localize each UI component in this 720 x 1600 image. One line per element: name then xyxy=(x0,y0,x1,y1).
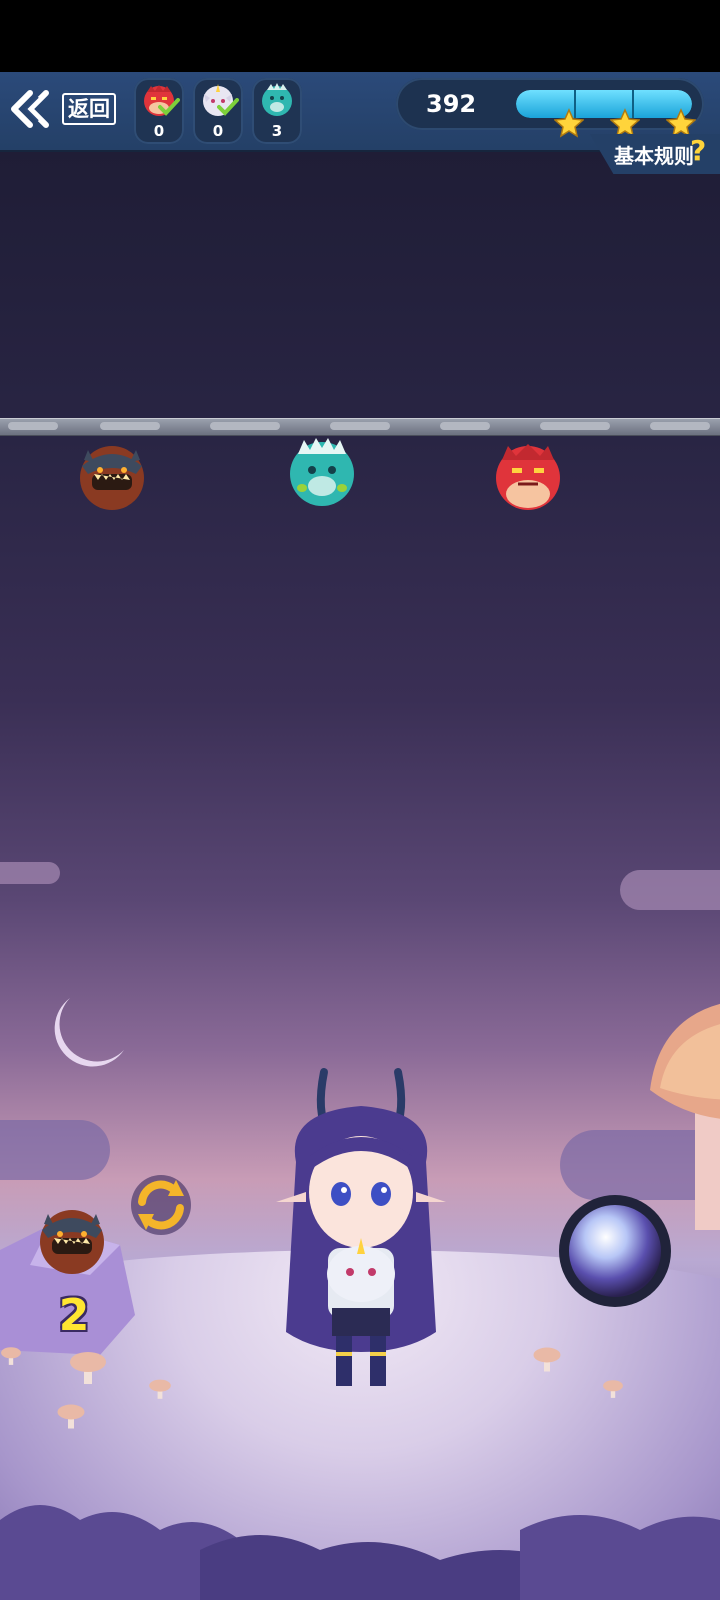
counter-red-dragon: 0 xyxy=(134,78,184,144)
rope-stone xyxy=(100,422,160,430)
crystal-orb-icon[interactable] xyxy=(556,1192,674,1310)
mushroom-icon xyxy=(603,1380,623,1398)
score-value: 392 xyxy=(426,90,477,118)
rope-stone xyxy=(330,422,390,430)
rules-label: 基本规则 xyxy=(614,144,694,168)
back-label: 返回 xyxy=(62,93,116,125)
character-girl-with-pet xyxy=(276,1068,446,1386)
rope-stone xyxy=(540,422,610,430)
counter-value: 3 xyxy=(271,122,283,140)
counter-value: 0 xyxy=(212,122,224,140)
red-dragon-icon[interactable] xyxy=(492,440,564,512)
next-monster-icon xyxy=(40,1210,104,1274)
cloud xyxy=(0,862,60,884)
counter-white-unicorn: 0 xyxy=(193,78,243,144)
game-stage[interactable]: 返回 0 0 3 392 基本规则 ? 2 xyxy=(0,0,720,1600)
back-button[interactable]: 返回 xyxy=(8,86,116,132)
foreground-bushes xyxy=(0,1505,720,1600)
rope-stone xyxy=(440,422,490,430)
crescent-moon-icon xyxy=(54,998,124,1067)
question-mark-icon: ? xyxy=(690,134,707,167)
star-icon xyxy=(610,108,640,138)
score-panel: 392 xyxy=(396,78,704,138)
mushroom-icon xyxy=(1,1347,21,1365)
dark-horned-monster-icon[interactable] xyxy=(76,440,148,512)
swap-arrows-icon[interactable] xyxy=(126,1170,196,1240)
counter-value: 0 xyxy=(153,122,165,140)
teal-monster-icon xyxy=(262,83,292,116)
mushroom-icon xyxy=(57,1404,85,1429)
rope-stone xyxy=(210,422,280,430)
rope-stone xyxy=(8,422,58,430)
mushroom-icon xyxy=(533,1347,561,1372)
checkmark-icon xyxy=(217,98,239,116)
teal-monster-icon[interactable] xyxy=(286,436,358,508)
status-bar xyxy=(0,0,720,72)
counter-teal-monster: 3 xyxy=(252,78,302,144)
double-chevron-left-icon xyxy=(11,90,49,128)
rules-button[interactable]: 基本规则 ? xyxy=(590,134,720,174)
mushroom-icon xyxy=(70,1352,106,1384)
ammo-count: 2 xyxy=(58,1290,90,1341)
star-icon xyxy=(666,108,696,138)
cloud xyxy=(0,1120,110,1180)
checkmark-icon xyxy=(158,98,180,116)
cloud xyxy=(620,870,720,910)
mushroom-icon xyxy=(149,1379,171,1399)
star-icon xyxy=(554,108,584,138)
rope-stone xyxy=(650,422,710,430)
